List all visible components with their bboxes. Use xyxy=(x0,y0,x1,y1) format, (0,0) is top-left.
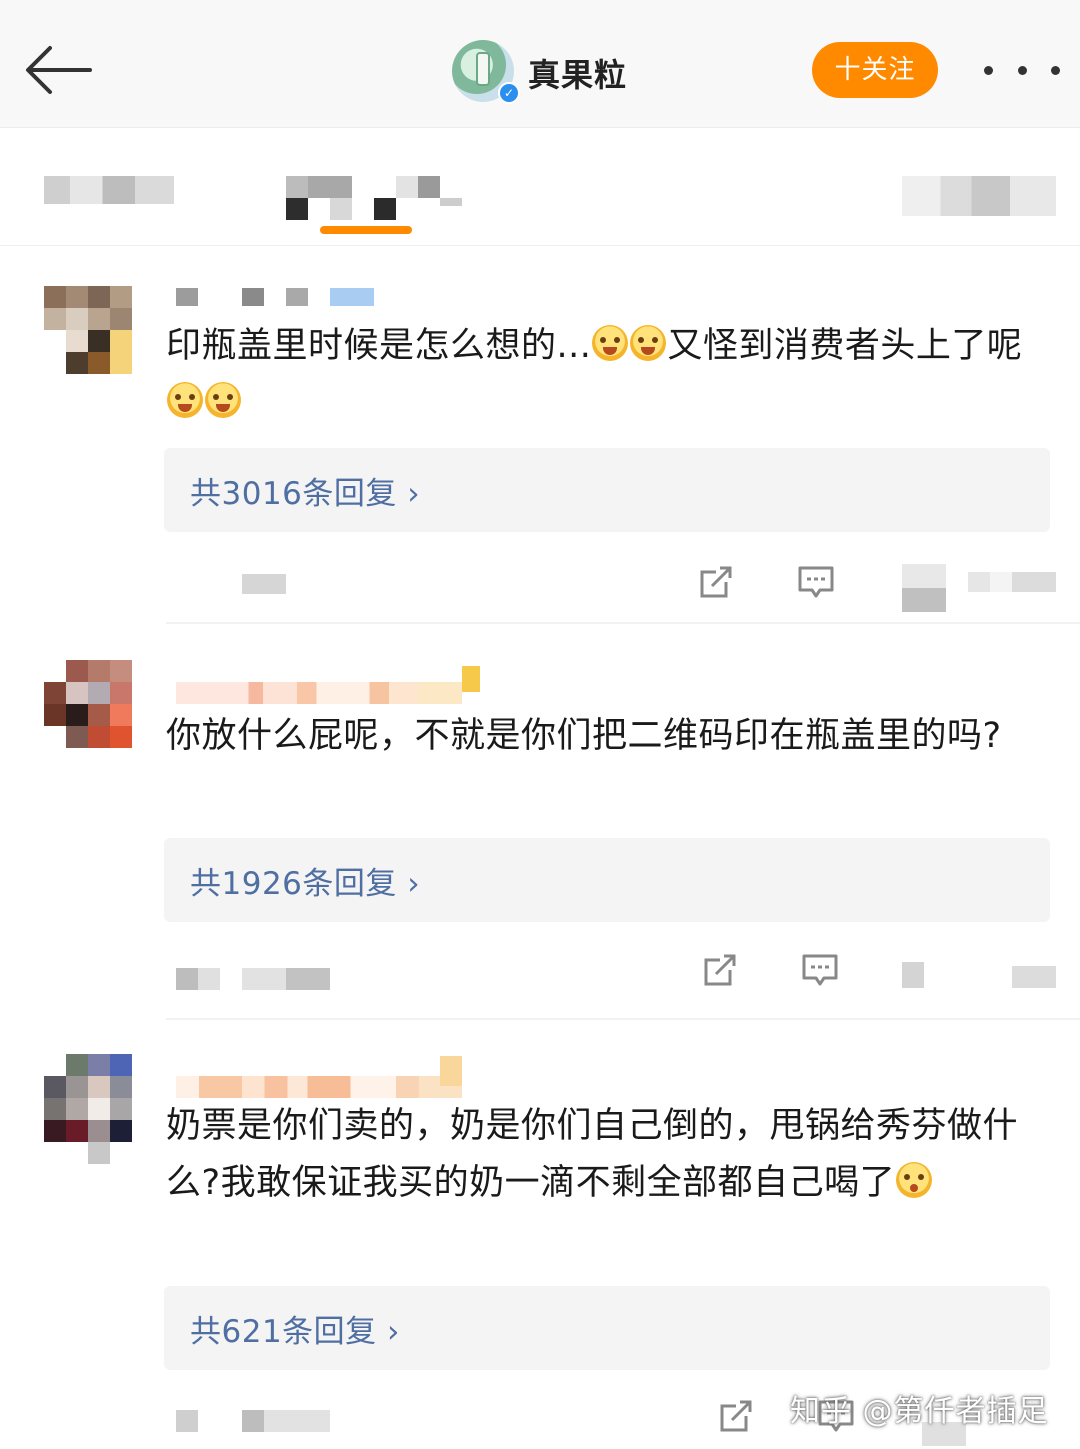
emoji-icon xyxy=(167,382,203,418)
reply-icon[interactable] xyxy=(800,950,840,990)
comment-action-bar xyxy=(0,944,1080,1004)
verified-badge-icon: ✓ xyxy=(498,82,520,104)
user-badge xyxy=(330,288,374,306)
comment-text: 奶票是你们卖的，奶是你们自己倒的，甩锅给秀芬做什么?我敢保证我买的奶一滴不剩全部… xyxy=(166,1106,1019,1203)
reply-icon[interactable] xyxy=(796,562,836,602)
emoji-icon xyxy=(592,325,629,361)
account-name[interactable]: 真果粒 xyxy=(528,50,627,96)
account-avatar[interactable]: ✓ xyxy=(452,40,520,104)
share-icon[interactable] xyxy=(716,1396,756,1436)
watermark-text: 知乎 @第仟者插足 xyxy=(790,1394,1049,1429)
share-icon[interactable] xyxy=(700,950,740,990)
commenter-avatar[interactable] xyxy=(44,1054,132,1164)
commenter-avatar[interactable] xyxy=(44,660,132,748)
emoji-icon xyxy=(205,382,241,418)
tab-strip xyxy=(0,128,1080,246)
comment-item: 奶票是你们卖的，奶是你们自己倒的，甩锅给秀芬做什么?我敢保证我买的奶一滴不剩全部… xyxy=(0,1020,1080,1449)
share-icon[interactable] xyxy=(696,562,736,602)
replies-box[interactable]: 共621条回复 › xyxy=(164,1286,1050,1370)
tab-hot[interactable] xyxy=(44,176,174,204)
view-replies-link[interactable]: 共621条回复 › xyxy=(190,1306,400,1351)
replies-box[interactable]: 共1926条回复 › xyxy=(164,838,1050,922)
comment-action-bar xyxy=(0,552,1080,612)
comment-text: 你放什么屁呢，不就是你们把二维码印在瓶盖里的吗? xyxy=(166,716,1002,756)
comment-text: 印瓶盖里时候是怎么想的... 又怪到消费者头上了呢 xyxy=(166,318,1046,432)
commenter-username[interactable] xyxy=(176,1076,462,1098)
view-replies-link[interactable]: 共1926条回复 › xyxy=(190,858,420,903)
user-badge xyxy=(462,666,480,692)
more-icon xyxy=(984,65,993,75)
tab-sort[interactable] xyxy=(902,176,1056,216)
commenter-location xyxy=(242,1410,330,1432)
comment-timestamp xyxy=(176,1410,198,1432)
comment-item: 你放什么屁呢，不就是你们把二维码印在瓶盖里的吗? 共1926条回复 › xyxy=(0,626,1080,1020)
replies-box[interactable]: 共3016条回复 › xyxy=(164,448,1050,532)
like-count xyxy=(968,572,1056,592)
follow-button[interactable]: 十关注 xyxy=(812,42,938,98)
commenter-username[interactable] xyxy=(176,682,418,704)
user-badge xyxy=(440,1056,462,1086)
comment-timestamp xyxy=(176,968,220,990)
back-arrow-icon xyxy=(26,46,92,94)
commenter-username[interactable] xyxy=(176,288,198,306)
comment-timestamp xyxy=(242,574,286,594)
view-replies-link[interactable]: 共3016条回复 › xyxy=(190,468,420,513)
top-navigation-bar: ✓ 真果粒 十关注 xyxy=(0,0,1080,128)
commenter-location xyxy=(242,968,330,990)
emoji-icon xyxy=(896,1162,933,1198)
bottle-logo xyxy=(476,52,490,86)
emoji-icon xyxy=(630,325,667,361)
tab-pixel xyxy=(286,176,308,198)
comment-item: 印瓶盖里时候是怎么想的... 又怪到消费者头上了呢 共3016条回复 › xyxy=(0,246,1080,626)
commenter-avatar[interactable] xyxy=(44,286,132,374)
back-button[interactable] xyxy=(20,36,96,104)
more-options-button[interactable] xyxy=(984,50,1060,90)
like-button[interactable] xyxy=(902,962,924,988)
like-count xyxy=(1012,966,1056,988)
like-button[interactable] xyxy=(902,564,946,612)
active-tab-indicator xyxy=(320,226,412,234)
